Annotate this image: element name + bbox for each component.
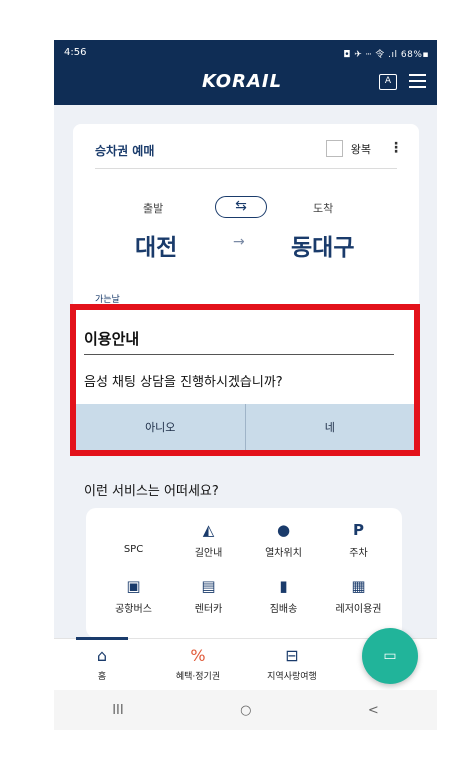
chat-fab-button[interactable]: ▭ (362, 628, 418, 684)
divider (95, 168, 397, 169)
dialog-button-bar: 아니오 네 (76, 404, 414, 450)
service-train-location[interactable]: ● 열차위치 (246, 520, 321, 566)
more-options-icon[interactable]: ⋮ (389, 140, 403, 156)
parking-icon: P (353, 521, 364, 539)
car-icon: ▤ (201, 577, 216, 595)
korail-logo: KORAIL (202, 71, 283, 92)
recents-button[interactable]: III (112, 703, 124, 718)
android-nav-bar: III ○ < (54, 690, 437, 730)
nav-benefits[interactable]: % 혜택·정기권 (158, 645, 238, 682)
route-arrow-icon: → (233, 234, 245, 250)
service-rental-car[interactable]: ▤ 렌터카 (171, 576, 246, 622)
roundtrip-label: 왕복 (350, 142, 371, 156)
nav-local-travel[interactable]: ⊟ 지역사랑여행 (252, 645, 332, 682)
booking-card: 승차권 예매 왕복 ⋮ 출발 ⇆ 도착 대전 → 동대구 가는날 (73, 124, 419, 334)
service-parking[interactable]: P 주차 (321, 520, 396, 566)
home-icon: ⌂ (96, 646, 108, 665)
dialog-divider (84, 354, 394, 355)
discount-icon: % (190, 646, 206, 665)
service-airport-bus[interactable]: ▣ 공항버스 (96, 576, 171, 622)
no-button[interactable]: 아니오 (76, 404, 245, 450)
service-directions[interactable]: ◭ 길안내 (171, 520, 246, 566)
yes-button[interactable]: 네 (244, 404, 415, 450)
phone-screen: 4:56 ◘ ✈ ⵈ 令 .ıl 68%▪ KORAIL A 승차권 예매 왕복… (54, 40, 437, 730)
service-spc[interactable]: SPC (96, 520, 171, 566)
swap-icon[interactable]: ⇆ (215, 196, 267, 218)
status-time: 4:56 (64, 47, 87, 58)
roundtrip-checkbox[interactable] (325, 140, 343, 157)
bag-icon: ⊟ (285, 646, 299, 665)
back-button[interactable]: < (368, 703, 379, 718)
ticket-icon: ▦ (351, 577, 366, 595)
nav-home[interactable]: ⌂ 홈 (62, 645, 142, 682)
services-title: 이런 서비스는 어떠세요? (84, 484, 219, 499)
departure-label: 출발 (143, 202, 164, 215)
dialog-title: 이용안내 (84, 330, 140, 348)
service-luggage[interactable]: ▮ 짐배송 (246, 576, 321, 622)
location-pin-icon: ● (276, 521, 291, 539)
spc-icon (96, 520, 171, 540)
service-leisure-ticket[interactable]: ▦ 레저이용권 (321, 576, 396, 622)
bus-icon: ▣ (126, 577, 141, 595)
nav-active-indicator (76, 637, 128, 640)
status-icons: ◘ ✈ ⵈ 令 .ıl 68%▪ (343, 50, 429, 60)
dialog-message: 음성 채팅 상담을 진행하시겠습니까? (84, 375, 283, 390)
home-button[interactable]: ○ (240, 703, 251, 718)
compass-icon: ◭ (202, 521, 215, 539)
luggage-icon: ▮ (279, 577, 288, 595)
translate-icon[interactable]: A (379, 74, 397, 90)
chat-icon: ▭ (383, 648, 397, 664)
departure-station[interactable]: 대전 (135, 228, 177, 262)
app-header: 4:56 ◘ ✈ ⵈ 令 .ıl 68%▪ KORAIL A (54, 40, 437, 105)
arrival-label: 도착 (313, 202, 334, 215)
info-dialog: 이용안내 음성 채팅 상담을 진행하시겠습니까? 아니오 네 (70, 304, 420, 456)
booking-title: 승차권 예매 (95, 144, 155, 158)
services-card: SPC ◭ 길안내 ● 열차위치 P 주차 ▣ 공항버스 ▤ 렌터카 ▮ 짐배송… (86, 508, 402, 638)
hamburger-menu-icon[interactable] (409, 74, 426, 88)
roundtrip-toggle[interactable]: 왕복 (325, 140, 371, 157)
arrival-station[interactable]: 동대구 (291, 228, 354, 262)
